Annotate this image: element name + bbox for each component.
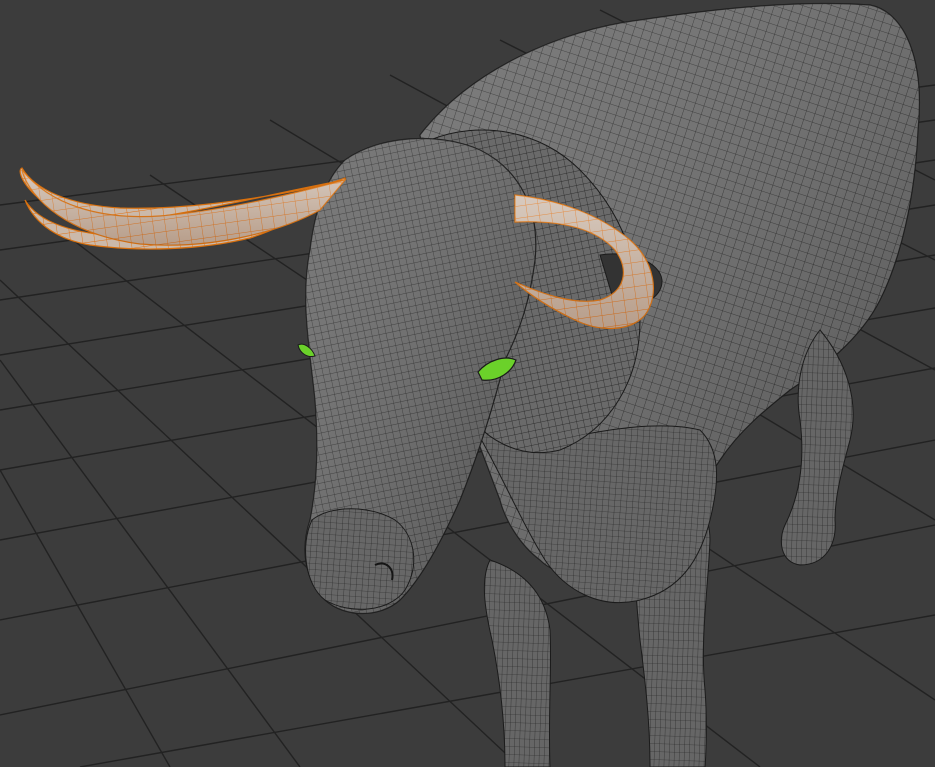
bull-muzzle[interactable] xyxy=(305,508,415,610)
bull-front-leg-left[interactable] xyxy=(483,559,552,767)
3d-viewport[interactable] xyxy=(0,0,935,767)
viewport-canvas[interactable] xyxy=(0,0,935,767)
bull-mesh[interactable] xyxy=(19,2,920,767)
